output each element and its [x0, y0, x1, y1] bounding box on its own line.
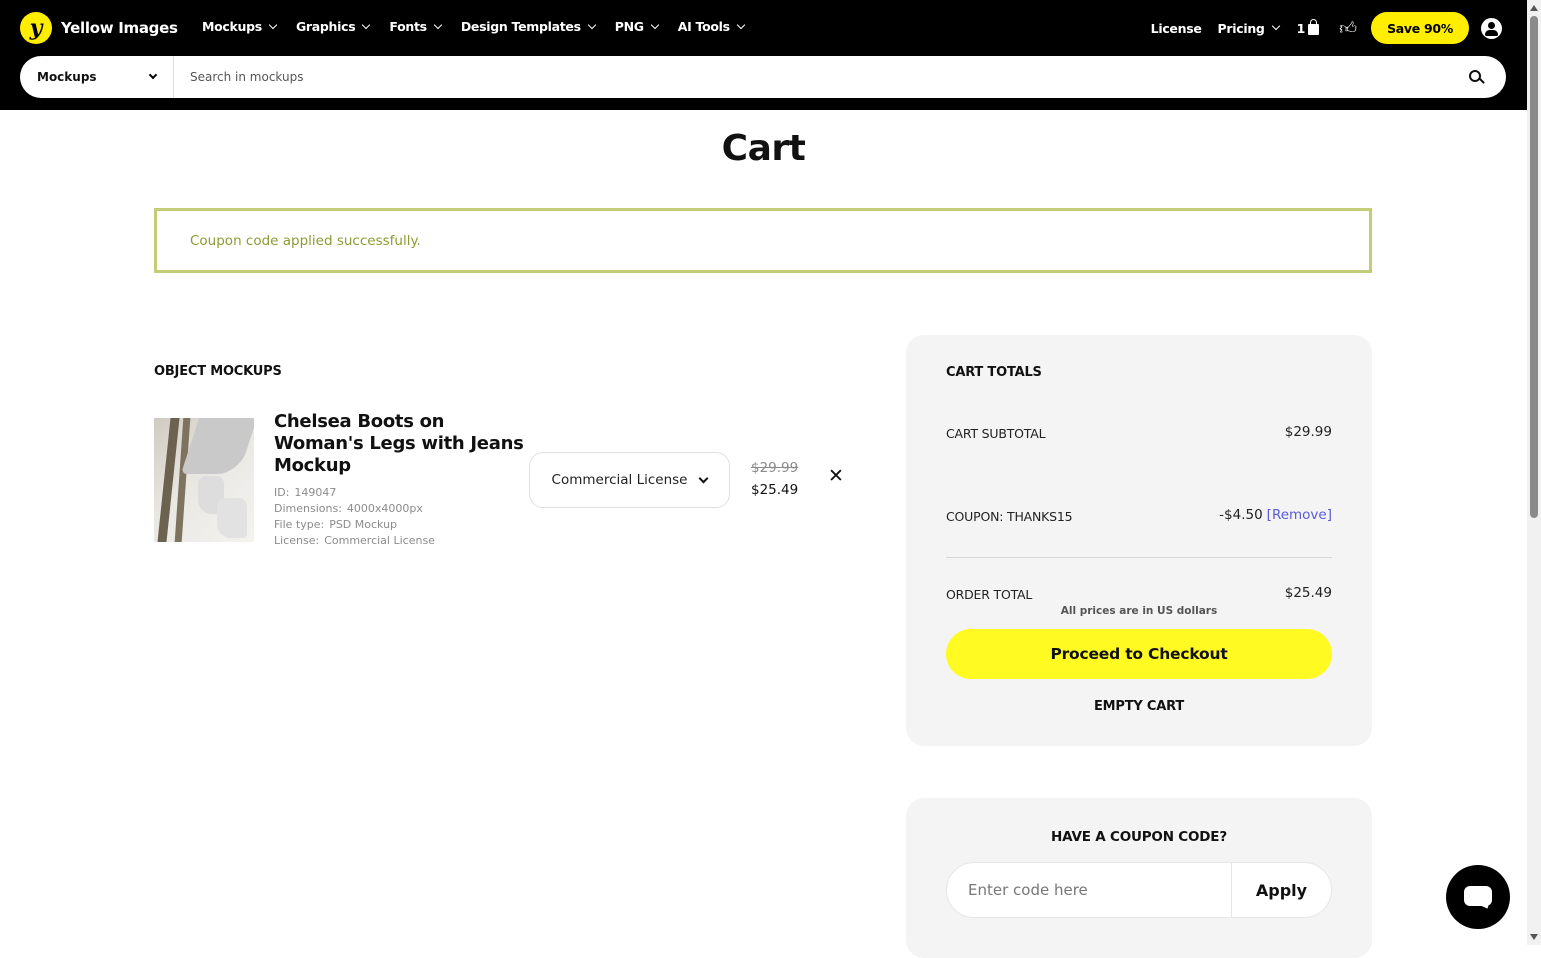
- subtotal-label: CART SUBTOTAL: [946, 426, 1046, 441]
- scroll-down-arrow[interactable]: [1530, 934, 1538, 940]
- order-total-label: ORDER TOTAL: [946, 587, 1033, 602]
- product-license-label: License:: [274, 534, 320, 547]
- cart-count: 1: [1296, 20, 1306, 36]
- license-link[interactable]: License: [1151, 21, 1202, 36]
- logo-icon: y: [20, 12, 52, 44]
- account-nav: License Pricing 1 👍︎ Save 90%: [1135, 12, 1502, 44]
- chevron-down-icon: [1271, 21, 1280, 31]
- chevron-down-icon: [587, 20, 596, 29]
- user-icon[interactable]: [1481, 17, 1502, 39]
- scroll-up-arrow[interactable]: [1530, 5, 1538, 11]
- cart-totals-panel: CART TOTALS CART SUBTOTAL $29.99 COUPON:…: [906, 335, 1372, 746]
- price-discounted: $25.49: [751, 482, 799, 498]
- save-90-button[interactable]: Save 90%: [1371, 12, 1469, 44]
- subtotal-value: $29.99: [1284, 424, 1332, 440]
- order-total-value: $25.49: [1284, 585, 1332, 601]
- top-navigation: y Yellow Images Mockups Graphics Fonts D…: [0, 0, 1527, 110]
- search-category-select[interactable]: Mockups: [20, 56, 174, 98]
- checkout-button[interactable]: Proceed to Checkout: [946, 629, 1332, 679]
- chevron-down-icon: [699, 473, 709, 483]
- product-thumbnail[interactable]: [154, 418, 254, 542]
- totals-divider: [946, 557, 1332, 558]
- product-id: 149047: [294, 486, 337, 499]
- nav-fonts[interactable]: Fonts: [389, 19, 443, 34]
- product-license-row: License: Commercial License: [274, 533, 435, 549]
- logo[interactable]: y Yellow Images: [20, 12, 178, 44]
- coupon-panel: HAVE A COUPON CODE? Apply: [906, 798, 1372, 958]
- coupon-code-input[interactable]: [947, 863, 1231, 917]
- product-dimensions: 4000x4000px: [346, 502, 423, 515]
- thumbnail-detail: [217, 498, 247, 538]
- product-id-label: ID:: [274, 486, 290, 499]
- search-category-label: Mockups: [37, 70, 97, 84]
- thumbnail-detail: [180, 418, 254, 474]
- chevron-down-icon: [736, 20, 746, 29]
- cart-button[interactable]: 1: [1296, 19, 1320, 36]
- product-dimensions-label: Dimensions:: [274, 502, 342, 515]
- coupon-form: Apply: [946, 862, 1332, 918]
- chevron-down-icon: [148, 70, 158, 80]
- logo-text: Yellow Images: [61, 19, 178, 37]
- product-license: Commercial License: [324, 534, 435, 547]
- chevron-down-icon: [362, 20, 371, 29]
- search-input[interactable]: [174, 57, 1456, 97]
- nav-design-templates-label: Design Templates: [460, 19, 581, 34]
- page-title: Cart: [721, 128, 806, 169]
- apply-coupon-button[interactable]: Apply: [1231, 863, 1331, 917]
- nav-design-templates[interactable]: Design Templates: [460, 19, 596, 34]
- cart-section-label: OBJECT MOCKUPS: [154, 364, 282, 379]
- chat-button[interactable]: [1446, 865, 1510, 929]
- nav-ai-tools[interactable]: AI Tools: [677, 19, 746, 34]
- coupon-remove-link[interactable]: [Remove]: [1267, 507, 1332, 523]
- product-dimensions-row: Dimensions: 4000x4000px: [274, 501, 435, 517]
- currency-note: All prices are in US dollars: [1060, 605, 1218, 617]
- success-notice: Coupon code applied successfully.: [154, 208, 1372, 273]
- bag-icon: [1308, 19, 1320, 35]
- pricing-menu[interactable]: Pricing: [1217, 20, 1280, 36]
- coupon-discount: -$4.50: [1219, 507, 1263, 523]
- cart-totals-heading: CART TOTALS: [946, 365, 1042, 380]
- product-id-row: ID: 149047: [274, 485, 435, 501]
- nav-ai-tools-label: AI Tools: [677, 19, 730, 34]
- search-bar: Mockups: [20, 56, 1506, 98]
- nav-fonts-label: Fonts: [389, 19, 427, 34]
- pricing-label: Pricing: [1217, 20, 1265, 36]
- nav-png-label: PNG: [614, 19, 644, 34]
- license-select[interactable]: Commercial License: [529, 452, 730, 508]
- scroll-thumb[interactable]: [1530, 16, 1538, 518]
- coupon-label: COUPON: THANKS15: [946, 509, 1073, 524]
- coupon-heading: HAVE A COUPON CODE?: [1051, 829, 1227, 845]
- thumbs-up-icon[interactable]: 👍︎: [1339, 18, 1357, 39]
- nav-graphics[interactable]: Graphics: [295, 19, 371, 34]
- coupon-row-value: -$4.50 [Remove]: [1219, 507, 1332, 523]
- main-nav: Mockups Graphics Fonts Design Templates …: [202, 19, 764, 34]
- close-icon[interactable]: ✕: [827, 466, 845, 486]
- product-title[interactable]: Chelsea Boots on Woman's Legs with Jeans…: [274, 411, 524, 477]
- product-filetype-row: File type: PSD Mockup: [274, 517, 435, 533]
- license-select-value: Commercial License: [551, 472, 688, 488]
- nav-mockups-label: Mockups: [202, 19, 262, 34]
- page-scrollbar[interactable]: [1527, 0, 1541, 945]
- chevron-down-icon: [268, 20, 278, 29]
- empty-cart-button[interactable]: EMPTY CART: [946, 699, 1332, 714]
- chevron-down-icon: [650, 20, 659, 29]
- product-filetype-label: File type:: [274, 518, 325, 531]
- product-meta: ID: 149047 Dimensions: 4000x4000px File ty…: [274, 485, 435, 549]
- nav-graphics-label: Graphics: [295, 19, 356, 34]
- chevron-down-icon: [433, 20, 443, 29]
- nav-png[interactable]: PNG: [614, 19, 659, 34]
- product-filetype: PSD Mockup: [329, 518, 398, 531]
- search-icon[interactable]: [1456, 57, 1496, 97]
- nav-mockups[interactable]: Mockups: [202, 19, 278, 34]
- price-original: $29.99: [751, 460, 799, 476]
